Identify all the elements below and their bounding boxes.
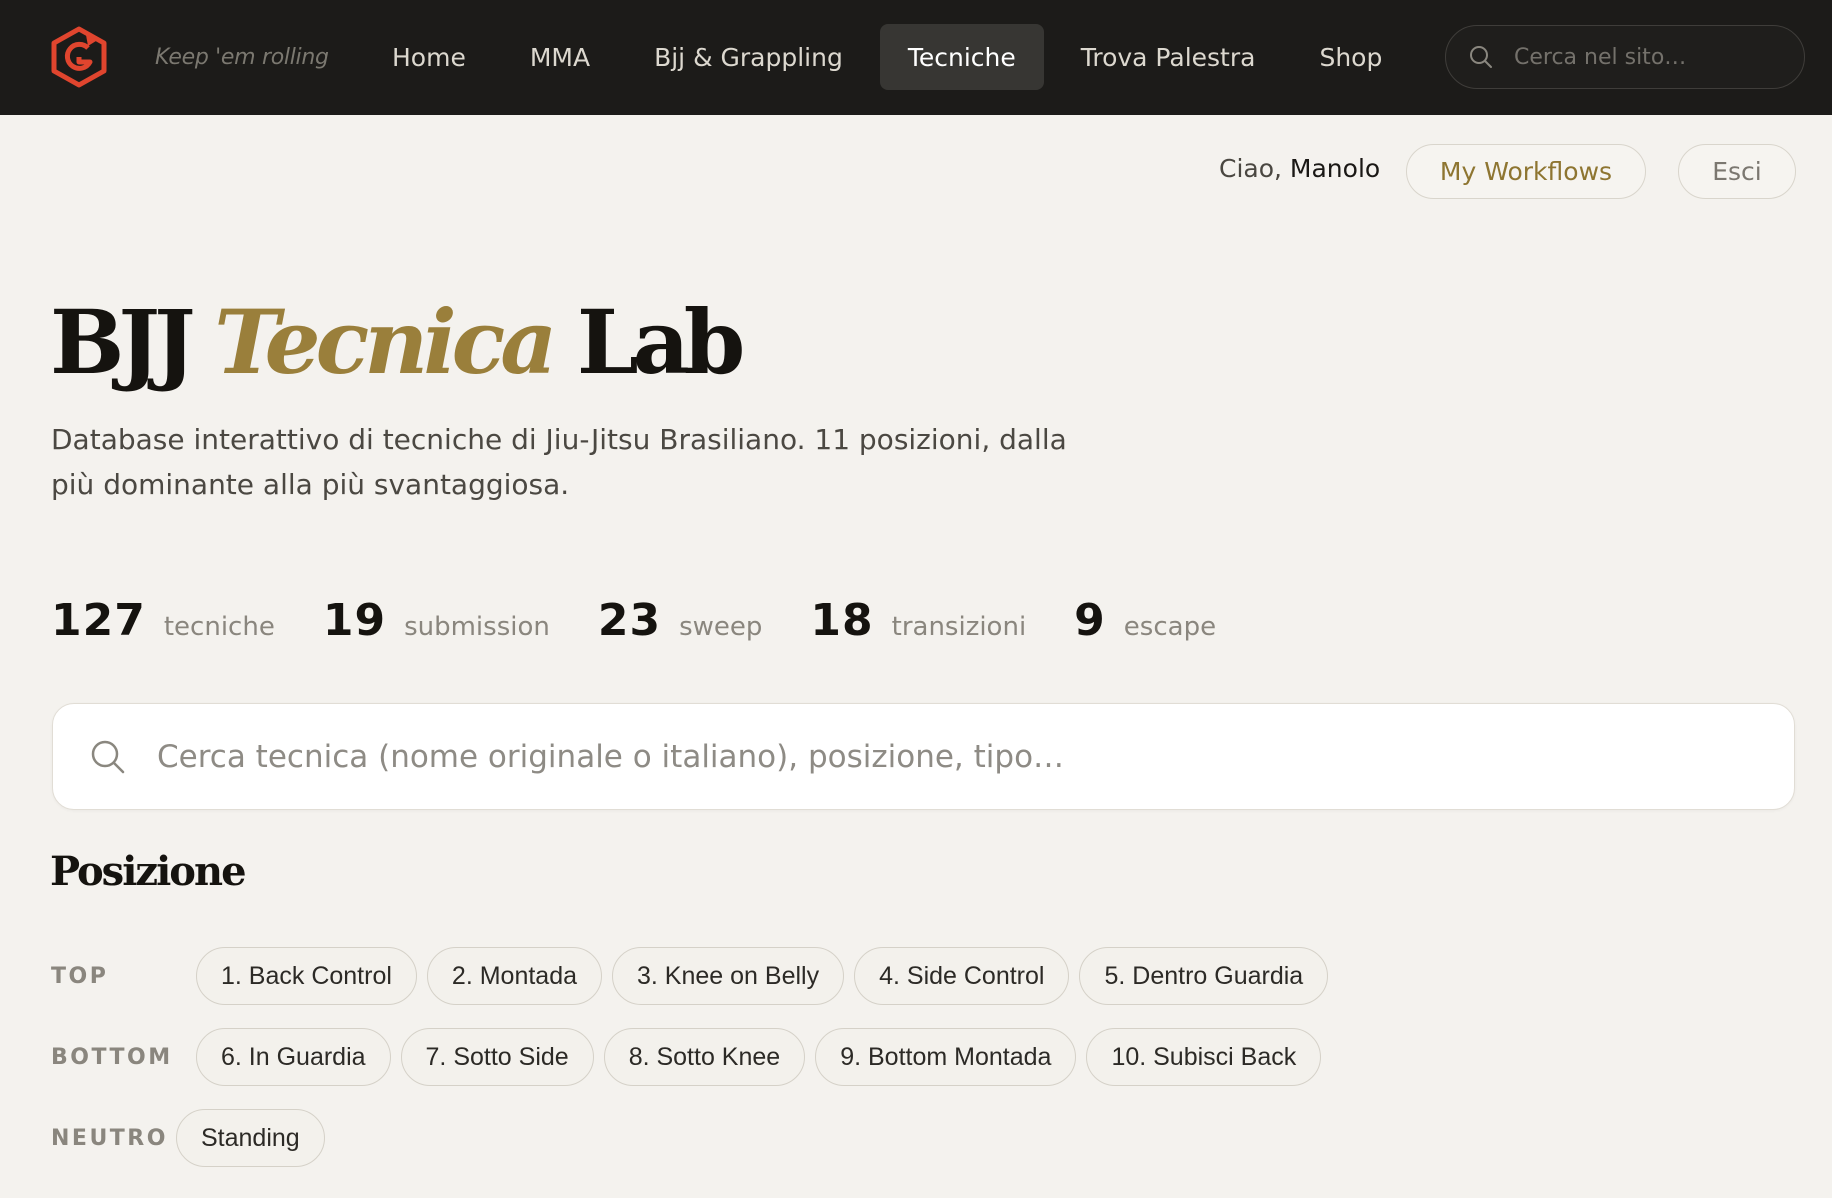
position-chip-dentro-guardia[interactable]: 5. Dentro Guardia — [1079, 947, 1329, 1005]
brand-tagline: Keep 'em rolling — [155, 45, 329, 70]
greeting-text: Ciao, — [1219, 154, 1282, 183]
stat-value: 9 — [1074, 595, 1106, 646]
row-label-neutro: NEUTRO — [51, 1125, 168, 1151]
row-label-bottom: BOTTOM — [51, 1044, 173, 1070]
position-chip-bottom-montada[interactable]: 9. Bottom Montada — [815, 1028, 1077, 1086]
stat-value: 127 — [51, 595, 146, 646]
positions-title: Posizione — [50, 848, 247, 895]
chip-group-bottom: 6. In Guardia 7. Sotto Side 8. Sotto Kne… — [196, 1028, 1331, 1086]
position-row-neutro: NEUTRO Standing — [51, 1109, 325, 1167]
row-label-top: TOP — [51, 963, 109, 989]
position-chip-sotto-knee[interactable]: 8. Sotto Knee — [603, 1028, 806, 1086]
search-icon — [91, 740, 125, 773]
position-chip-sotto-side[interactable]: 7. Sotto Side — [400, 1028, 594, 1086]
position-chip-montada[interactable]: 2. Montada — [426, 947, 603, 1005]
stat-value: 19 — [322, 595, 387, 646]
stat-label: transizioni — [891, 612, 1027, 642]
page-subtitle: Database interattivo di tecniche di Jiu-… — [51, 423, 1067, 501]
brand-logo-icon[interactable] — [50, 26, 108, 88]
technique-search-input[interactable] — [157, 738, 1757, 775]
stat-escape: 9 escape — [1074, 595, 1216, 646]
top-navbar: Keep 'em rolling Home MMA Bjj & Grapplin… — [0, 0, 1832, 115]
stat-value: 18 — [810, 595, 874, 646]
title-part-lab: Lab — [576, 290, 745, 394]
position-chip-in-guardia[interactable]: 6. In Guardia — [196, 1028, 391, 1086]
site-search-box[interactable] — [1445, 25, 1805, 89]
nav-item-tecniche[interactable]: Tecniche — [879, 24, 1044, 90]
user-greeting: Ciao, Manolo — [1219, 154, 1380, 183]
position-chip-side-control[interactable]: 4. Side Control — [854, 947, 1070, 1005]
technique-search-box[interactable] — [52, 703, 1795, 810]
main-nav: Home MMA Bjj & Grappling Tecniche Trova … — [365, 24, 1419, 90]
user-name: Manolo — [1289, 154, 1381, 183]
site-search-input[interactable] — [1514, 44, 1794, 70]
stat-label: sweep — [679, 612, 763, 642]
chip-group-neutro: Standing — [176, 1109, 335, 1167]
nav-item-trova-palestra[interactable]: Trova Palestra — [1054, 24, 1283, 90]
position-chip-back-control[interactable]: 1. Back Control — [196, 947, 417, 1005]
position-row-bottom: BOTTOM 6. In Guardia 7. Sotto Side 8. So… — [51, 1028, 1322, 1086]
my-workflows-button[interactable]: My Workflows — [1406, 144, 1646, 199]
search-icon — [1470, 46, 1492, 68]
position-row-top: TOP 1. Back Control 2. Montada 3. Knee o… — [51, 947, 1329, 1005]
stat-tecniche: 127 tecniche — [51, 595, 275, 646]
nav-item-home[interactable]: Home — [365, 24, 493, 90]
stat-transizioni: 18 transizioni — [810, 595, 1026, 646]
stat-label: escape — [1123, 612, 1217, 642]
title-part-tecnica: Tecnica — [214, 290, 557, 394]
stat-submission: 19 submission — [323, 595, 550, 646]
page-title: BJJ Tecnica Lab — [50, 298, 745, 386]
title-part-bjj: BJJ — [50, 290, 196, 394]
position-chip-knee-on-belly[interactable]: 3. Knee on Belly — [612, 947, 845, 1005]
nav-item-mma[interactable]: MMA — [503, 24, 617, 90]
nav-item-bjj-grappling[interactable]: Bjj & Grappling — [627, 24, 870, 90]
stats-bar: 127 tecniche 19 submission 23 sweep 18 t… — [51, 595, 1264, 646]
chip-group-top: 1. Back Control 2. Montada 3. Knee on Be… — [196, 947, 1338, 1005]
stat-sweep: 23 sweep — [598, 595, 763, 646]
stat-label: tecniche — [163, 612, 275, 642]
position-chip-subisci-back[interactable]: 10. Subisci Back — [1086, 1028, 1322, 1086]
position-chip-standing[interactable]: Standing — [176, 1109, 325, 1167]
stat-value: 23 — [597, 595, 662, 646]
logout-button[interactable]: Esci — [1678, 144, 1796, 199]
nav-item-shop[interactable]: Shop — [1292, 24, 1409, 90]
stat-label: submission — [404, 612, 550, 642]
